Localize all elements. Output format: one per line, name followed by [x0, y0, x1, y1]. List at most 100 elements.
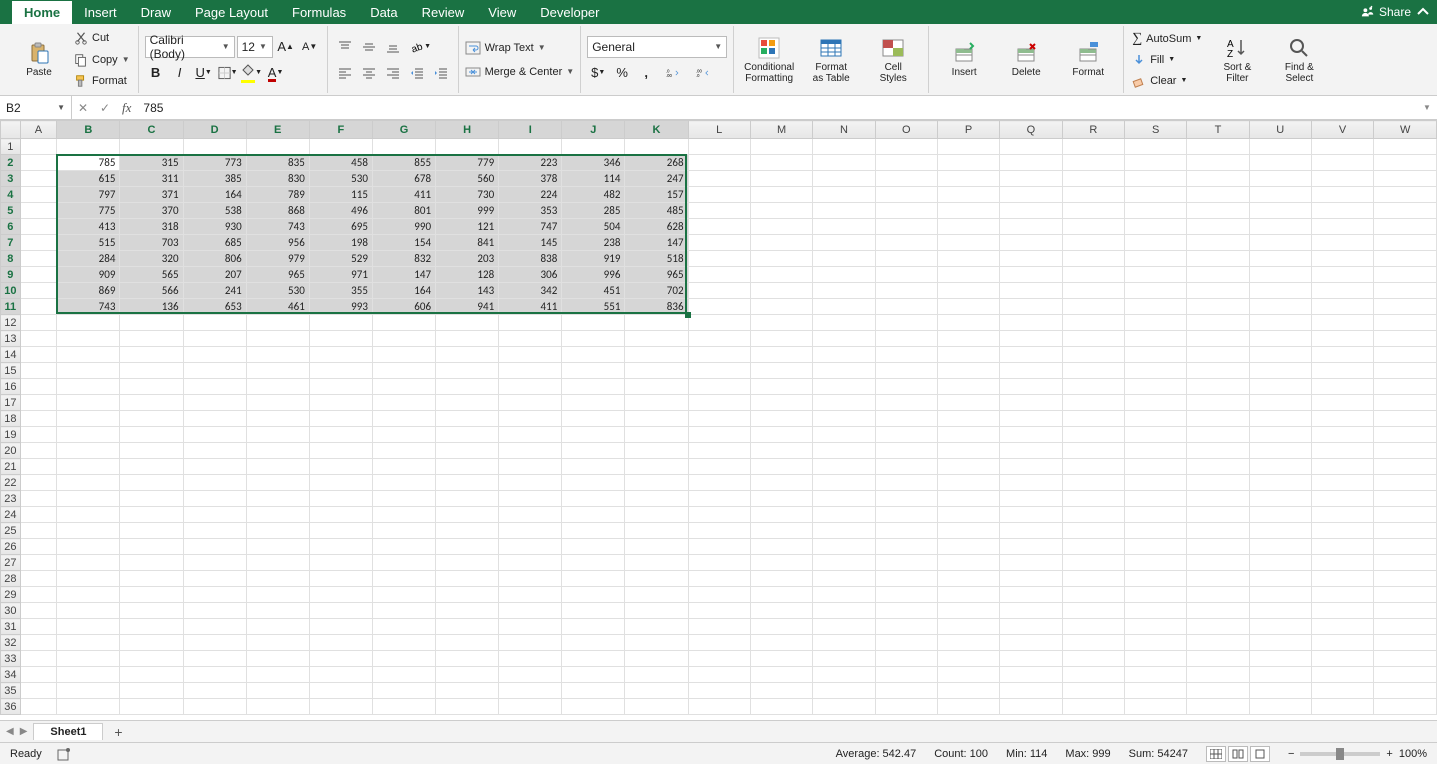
cell-W4[interactable] — [1374, 187, 1437, 203]
cell-B27[interactable] — [57, 555, 120, 571]
cell-B28[interactable] — [57, 571, 120, 587]
column-header-W[interactable]: W — [1374, 121, 1437, 139]
cell-E12[interactable] — [246, 315, 309, 331]
cell-A15[interactable] — [20, 363, 57, 379]
cell-B5[interactable]: 775 — [57, 203, 120, 219]
cell-U6[interactable] — [1249, 219, 1311, 235]
cell-I26[interactable] — [499, 539, 562, 555]
cell-N1[interactable] — [813, 139, 875, 155]
cell-R16[interactable] — [1062, 379, 1124, 395]
cell-W31[interactable] — [1374, 619, 1437, 635]
cell-J1[interactable] — [562, 139, 625, 155]
row-header-26[interactable]: 26 — [1, 539, 21, 555]
cell-N34[interactable] — [813, 667, 875, 683]
cell-F4[interactable]: 115 — [309, 187, 372, 203]
cell-I1[interactable] — [499, 139, 562, 155]
cell-V22[interactable] — [1311, 475, 1373, 491]
cell-J20[interactable] — [562, 443, 625, 459]
cell-R12[interactable] — [1062, 315, 1124, 331]
sheet-tab-sheet1[interactable]: Sheet1 — [33, 723, 103, 740]
cell-O15[interactable] — [875, 363, 937, 379]
cell-E13[interactable] — [246, 331, 309, 347]
cell-S3[interactable] — [1124, 171, 1186, 187]
cell-F19[interactable] — [309, 427, 372, 443]
cell-T15[interactable] — [1187, 363, 1249, 379]
cell-D33[interactable] — [183, 651, 246, 667]
cell-Q28[interactable] — [1000, 571, 1062, 587]
row-header-9[interactable]: 9 — [1, 267, 21, 283]
cell-P33[interactable] — [937, 651, 999, 667]
cell-K35[interactable] — [625, 683, 688, 699]
cell-V4[interactable] — [1311, 187, 1373, 203]
format-as-table-button[interactable]: Format as Table — [802, 28, 860, 91]
cell-Q8[interactable] — [1000, 251, 1062, 267]
row-header-10[interactable]: 10 — [1, 283, 21, 299]
cell-I27[interactable] — [499, 555, 562, 571]
cell-A7[interactable] — [20, 235, 57, 251]
cell-L25[interactable] — [688, 523, 750, 539]
cell-F31[interactable] — [309, 619, 372, 635]
column-header-F[interactable]: F — [309, 121, 372, 139]
cell-D17[interactable] — [183, 395, 246, 411]
cell-A2[interactable] — [20, 155, 57, 171]
cell-T14[interactable] — [1187, 347, 1249, 363]
cell-U11[interactable] — [1249, 299, 1311, 315]
cell-F22[interactable] — [309, 475, 372, 491]
row-header-16[interactable]: 16 — [1, 379, 21, 395]
font-size-dropdown[interactable]: 12▼ — [237, 36, 273, 58]
cell-H9[interactable]: 128 — [436, 267, 499, 283]
cell-W17[interactable] — [1374, 395, 1437, 411]
cell-W18[interactable] — [1374, 411, 1437, 427]
cell-W1[interactable] — [1374, 139, 1437, 155]
cell-Q14[interactable] — [1000, 347, 1062, 363]
cell-U5[interactable] — [1249, 203, 1311, 219]
cell-C16[interactable] — [120, 379, 183, 395]
cell-S27[interactable] — [1124, 555, 1186, 571]
cell-H18[interactable] — [436, 411, 499, 427]
cell-D30[interactable] — [183, 603, 246, 619]
cell-T32[interactable] — [1187, 635, 1249, 651]
cell-R5[interactable] — [1062, 203, 1124, 219]
cell-E20[interactable] — [246, 443, 309, 459]
cell-L21[interactable] — [688, 459, 750, 475]
cell-A21[interactable] — [20, 459, 57, 475]
cell-C14[interactable] — [120, 347, 183, 363]
cell-V24[interactable] — [1311, 507, 1373, 523]
cell-B20[interactable] — [57, 443, 120, 459]
row-header-27[interactable]: 27 — [1, 555, 21, 571]
cell-H2[interactable]: 779 — [436, 155, 499, 171]
cell-P6[interactable] — [937, 219, 999, 235]
cell-A14[interactable] — [20, 347, 57, 363]
cell-W19[interactable] — [1374, 427, 1437, 443]
cell-I12[interactable] — [499, 315, 562, 331]
cell-O33[interactable] — [875, 651, 937, 667]
cell-E4[interactable]: 789 — [246, 187, 309, 203]
cell-C28[interactable] — [120, 571, 183, 587]
cell-D19[interactable] — [183, 427, 246, 443]
cell-L14[interactable] — [688, 347, 750, 363]
cell-I31[interactable] — [499, 619, 562, 635]
cell-C6[interactable]: 318 — [120, 219, 183, 235]
row-header-33[interactable]: 33 — [1, 651, 21, 667]
cell-K26[interactable] — [625, 539, 688, 555]
cell-L27[interactable] — [688, 555, 750, 571]
cell-A36[interactable] — [20, 699, 57, 715]
cell-I29[interactable] — [499, 587, 562, 603]
cell-U33[interactable] — [1249, 651, 1311, 667]
cell-M31[interactable] — [750, 619, 812, 635]
cell-L30[interactable] — [688, 603, 750, 619]
row-header-2[interactable]: 2 — [1, 155, 21, 171]
cell-I19[interactable] — [499, 427, 562, 443]
cell-Q30[interactable] — [1000, 603, 1062, 619]
cell-O23[interactable] — [875, 491, 937, 507]
cell-U4[interactable] — [1249, 187, 1311, 203]
delete-cells-button[interactable]: Delete — [997, 28, 1055, 91]
cell-J11[interactable]: 551 — [562, 299, 625, 315]
cell-I24[interactable] — [499, 507, 562, 523]
cell-E8[interactable]: 979 — [246, 251, 309, 267]
cell-E26[interactable] — [246, 539, 309, 555]
cell-W3[interactable] — [1374, 171, 1437, 187]
cell-H32[interactable] — [436, 635, 499, 651]
cell-W21[interactable] — [1374, 459, 1437, 475]
cell-O6[interactable] — [875, 219, 937, 235]
